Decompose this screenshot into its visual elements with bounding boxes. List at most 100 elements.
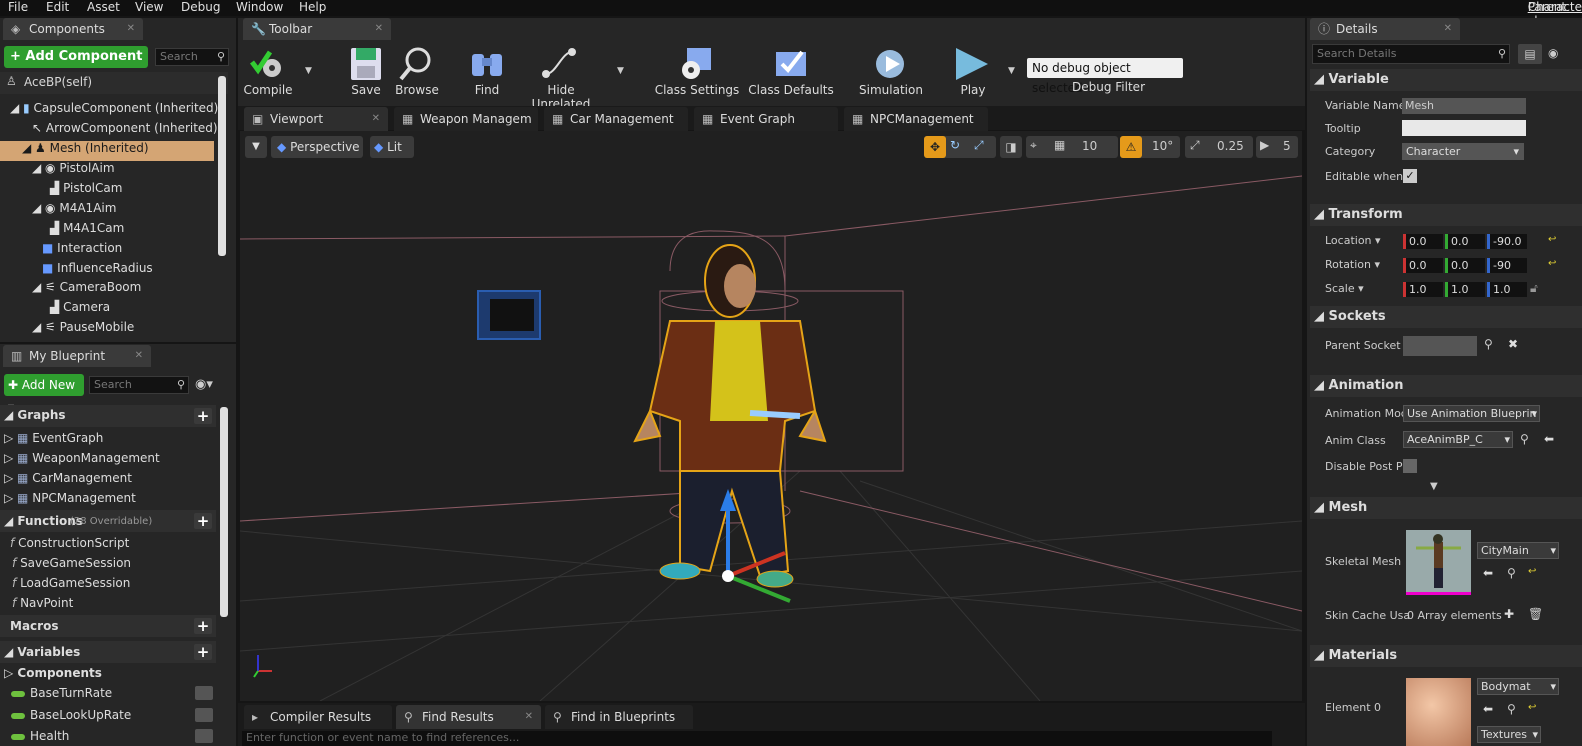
tab-find-results[interactable]: ⚲ Find Results ✕ [396, 705, 541, 729]
simulation-icon[interactable] [872, 46, 910, 82]
find-references-input[interactable]: Enter function or event name to find ref… [242, 731, 1272, 746]
variable-item-label[interactable]: BaseTurnRate [30, 686, 112, 700]
location-label[interactable]: Location ▾ [1325, 234, 1381, 247]
function-item[interactable]: f SaveGameSession [12, 556, 131, 570]
viewport[interactable]: ▼ ◆ Perspective ◆ Lit ✥ ↻ ⤢ ◨ ⌖ ▦ 10 ⚠ 1… [240, 131, 1302, 701]
play-dropdown-icon[interactable]: ▼ [1008, 66, 1015, 76]
skeletal-mesh-dropdown[interactable]: CityMain ▾ [1477, 542, 1559, 559]
eye-closed-icon[interactable] [195, 729, 213, 743]
scale-snap-icon[interactable]: ⤢ [1190, 138, 1200, 153]
rotation-snap-value[interactable]: 10° [1152, 139, 1173, 153]
location-z-field[interactable]: -90.0 [1487, 234, 1527, 249]
close-icon[interactable]: ✕ [375, 18, 383, 40]
binoculars-icon[interactable] [468, 46, 506, 82]
add-component-button[interactable]: + Add Component ▾ [4, 46, 148, 86]
scale-snap-value[interactable]: 0.25 [1217, 139, 1244, 153]
translate-mode-icon[interactable]: ✥ [924, 136, 946, 158]
menu-help[interactable]: Help [299, 0, 326, 14]
play-icon[interactable] [952, 46, 990, 82]
search-icon[interactable]: ⚲ [1520, 432, 1529, 446]
graph-item[interactable]: ▷ ▦ NPCManagement [4, 491, 136, 505]
component-tree-item[interactable]: ▟ PistolCam [50, 181, 122, 195]
camera-speed-icon[interactable]: ▶ [1260, 138, 1269, 152]
viewport-options-dropdown[interactable]: ▼ [245, 136, 267, 158]
surface-snap-icon[interactable]: ⌖ [1030, 138, 1037, 153]
component-tree-item[interactable]: ◢ ◉ PistolAim [32, 161, 115, 175]
variable-name-field[interactable]: Mesh [1402, 98, 1526, 114]
mesh-section[interactable]: ◢ Mesh [1310, 497, 1582, 519]
save-icon[interactable] [347, 46, 385, 82]
component-tree-item[interactable]: ◢ ⚟ CameraBoom [32, 280, 141, 294]
anim-class-dropdown[interactable]: AceAnimBP_C ▾ [1403, 431, 1513, 448]
trash-icon[interactable]: 🗑︎ [1528, 607, 1543, 621]
rotation-label[interactable]: Rotation ▾ [1325, 258, 1380, 271]
compile-dropdown-icon[interactable]: ▼ [305, 66, 312, 76]
search-icon[interactable]: ⚲ [1507, 566, 1516, 580]
tab-event-graph[interactable]: ▦ Event Graph [694, 107, 838, 131]
tab-compiler-results[interactable]: ▸ Compiler Results [244, 705, 392, 729]
menu-window[interactable]: Window [236, 0, 283, 14]
use-selected-arrow-icon[interactable]: ⬅ [1483, 566, 1493, 580]
camera-speed-value[interactable]: 5 [1283, 139, 1291, 153]
location-x-field[interactable]: 0.0 [1403, 234, 1443, 249]
component-tree-item[interactable]: ◢ ◉ M4A1Aim [32, 201, 116, 215]
blueprint-scrollbar[interactable] [220, 407, 228, 617]
tab-weapon-management[interactable]: ▦ Weapon Managem [394, 107, 538, 131]
tab-details[interactable]: ⓘ Details ✕ [1310, 18, 1460, 40]
component-tree-item[interactable]: ▟ M4A1Cam [50, 221, 124, 235]
eye-closed-icon[interactable] [195, 686, 213, 700]
reset-mesh-icon[interactable]: ↩ [1528, 566, 1536, 577]
grid-snap-icon[interactable]: ▦ [1054, 138, 1065, 152]
function-item[interactable]: f NavPoint [12, 596, 73, 610]
textures-dropdown[interactable]: Textures ▾ [1477, 726, 1541, 743]
graph-item[interactable]: ▷ ▦ EventGraph [4, 431, 103, 445]
menu-asset[interactable]: Asset [87, 0, 120, 14]
material-thumbnail[interactable] [1406, 678, 1471, 746]
skeletal-mesh-thumbnail[interactable] [1406, 530, 1471, 595]
rotation-snap-icon[interactable]: ⚠ [1120, 136, 1142, 158]
editable-checkbox[interactable]: ✓ [1403, 169, 1417, 183]
use-selected-arrow-icon[interactable]: ⬅ [1483, 702, 1493, 716]
coordinate-space-icon[interactable]: ◨ [1000, 136, 1022, 158]
lock-icon[interactable]: 🔓︎ [1530, 281, 1538, 296]
rotate-mode-icon[interactable]: ↻ [950, 138, 960, 152]
variable-item-label[interactable]: BaseLookUpRate [30, 708, 131, 722]
components-scrollbar[interactable] [218, 76, 226, 256]
compile-icon[interactable] [248, 46, 286, 82]
menu-view[interactable]: View [135, 0, 163, 14]
rotation-x-field[interactable]: 0.0 [1403, 258, 1443, 273]
search-icon[interactable]: ⚲ [1484, 337, 1493, 351]
property-matrix-icon[interactable]: ▤ [1518, 44, 1542, 64]
add-element-icon[interactable]: ✚ [1504, 607, 1514, 621]
search-icon[interactable]: ⚲ [1507, 702, 1516, 716]
lit-button[interactable]: ◆ Lit [370, 136, 414, 158]
tooltip-field[interactable] [1402, 120, 1526, 136]
function-item[interactable]: f ConstructionScript [10, 536, 129, 550]
variable-section[interactable]: ◢ Variable [1310, 69, 1582, 91]
close-icon[interactable]: ✕ [372, 107, 380, 131]
play-button[interactable]: Play [938, 83, 1008, 97]
hide-unrelated-icon[interactable] [540, 46, 578, 82]
scale-label[interactable]: Scale ▾ [1325, 282, 1364, 295]
class-settings-icon[interactable] [677, 46, 715, 82]
perspective-button[interactable]: ◆ Perspective [271, 136, 363, 158]
tab-find-in-blueprints[interactable]: ⚲ Find in Blueprints [545, 705, 693, 729]
tab-viewport[interactable]: ▣ Viewport ✕ [244, 107, 388, 131]
use-selected-arrow-icon[interactable]: ⬅ [1544, 432, 1554, 446]
add-function-button[interactable]: + [194, 513, 212, 529]
scale-z-field[interactable]: 1.0 [1487, 282, 1527, 297]
menu-edit[interactable]: Edit [46, 0, 69, 14]
parent-socket-field[interactable] [1403, 336, 1477, 356]
add-new-button[interactable]: ✚ Add New ▾ [4, 374, 84, 414]
scale-y-field[interactable]: 1.0 [1445, 282, 1485, 297]
add-variable-button[interactable]: + [194, 644, 212, 660]
tab-components[interactable]: ◈ Components ✕ [3, 18, 143, 40]
animation-mode-dropdown[interactable]: Use Animation Blueprin ▾ [1403, 405, 1540, 422]
clear-icon[interactable]: ✖ [1508, 337, 1518, 351]
materials-section[interactable]: ◢ Materials [1310, 645, 1582, 667]
find-button[interactable]: Find [452, 83, 522, 97]
tab-toolbar[interactable]: 🔧 Toolbar ✕ [243, 18, 391, 40]
close-icon[interactable]: ✕ [127, 18, 135, 40]
class-settings-button[interactable]: Class Settings [652, 83, 742, 97]
close-icon[interactable]: ✕ [1444, 18, 1452, 40]
